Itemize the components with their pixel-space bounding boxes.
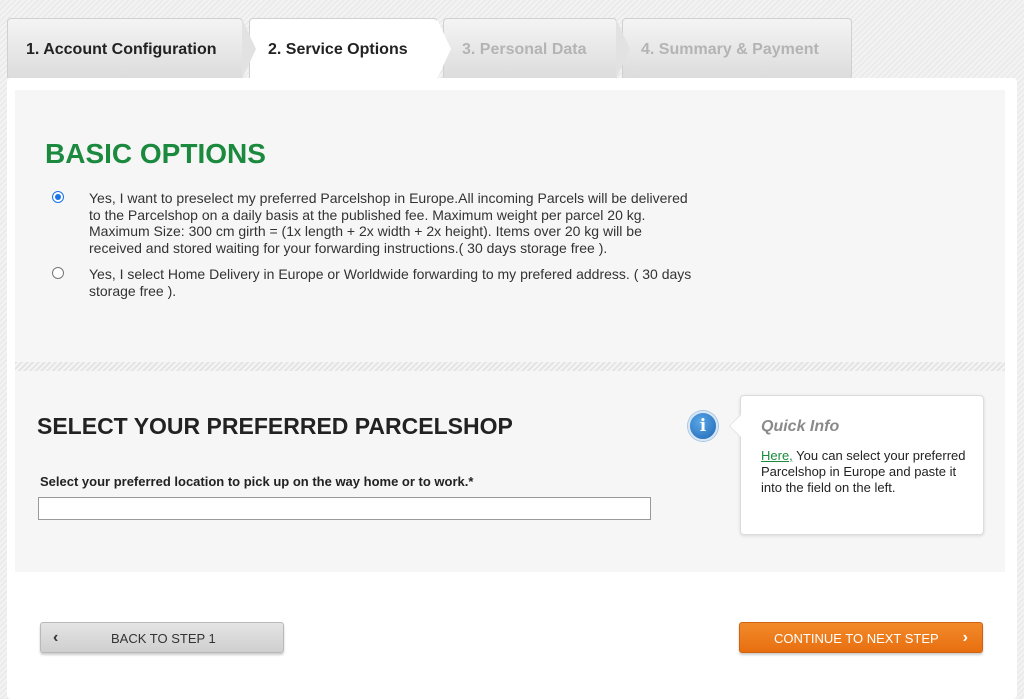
main-panel: BASIC OPTIONS Yes, I want to preselect m… xyxy=(7,78,1017,699)
parcelshop-field-label: Select your preferred location to pick u… xyxy=(40,474,474,489)
tab-account-configuration[interactable]: 1. Account Configuration xyxy=(7,18,256,79)
parcelshop-heading: SELECT YOUR PREFERRED PARCELSHOP xyxy=(37,413,513,439)
back-to-step-1-button[interactable]: ‹ BACK TO STEP 1 xyxy=(40,622,284,653)
tab-arrow xyxy=(616,19,630,79)
quick-info-title: Quick Info xyxy=(761,418,840,435)
basic-options-section: BASIC OPTIONS Yes, I want to preselect m… xyxy=(15,90,1005,362)
chevron-left-icon: ‹ xyxy=(53,629,59,646)
tab-label: 1. Account Configuration xyxy=(26,41,217,58)
next-button-label: CONTINUE TO NEXT STEP xyxy=(774,631,939,646)
tab-personal-data: 3. Personal Data xyxy=(443,18,630,79)
back-button-label: BACK TO STEP 1 xyxy=(111,631,216,646)
parcelshop-section: SELECT YOUR PREFERRED PARCELSHOP Select … xyxy=(15,371,1005,572)
basic-options-heading: BASIC OPTIONS xyxy=(45,138,266,169)
quick-info-box: Quick Info Here, You can select your pre… xyxy=(729,395,984,535)
tab-label: 2. Service Options xyxy=(268,41,408,58)
tab-label: 3. Personal Data xyxy=(462,41,587,58)
quick-info-body: Here, You can select your preferred Parc… xyxy=(761,448,971,496)
info-icon: i xyxy=(688,411,718,441)
section-divider xyxy=(15,362,1005,371)
chevron-right-icon: › xyxy=(962,629,968,646)
option-home-delivery[interactable]: Yes, I select Home Delivery in Europe or… xyxy=(45,266,695,299)
tab-summary-payment: 4. Summary & Payment xyxy=(622,18,852,78)
radio-parcelshop[interactable] xyxy=(52,191,64,203)
tab-arrow xyxy=(437,19,451,79)
parcelshop-input[interactable] xyxy=(38,497,651,520)
option-parcelshop[interactable]: Yes, I want to preselect my preferred Pa… xyxy=(45,190,695,256)
tab-arrow xyxy=(242,19,256,79)
wizard-tabs: 1. Account Configuration 2. Service Opti… xyxy=(7,18,867,80)
quick-info-here-link[interactable]: Here, xyxy=(761,448,793,463)
tab-service-options[interactable]: 2. Service Options xyxy=(249,18,451,80)
radio-home-delivery[interactable] xyxy=(52,267,64,279)
option-home-delivery-text: Yes, I select Home Delivery in Europe or… xyxy=(89,266,692,299)
tab-label: 4. Summary & Payment xyxy=(641,41,819,58)
continue-next-step-button[interactable]: CONTINUE TO NEXT STEP › xyxy=(739,622,983,653)
option-parcelshop-text: Yes, I want to preselect my preferred Pa… xyxy=(89,190,688,256)
